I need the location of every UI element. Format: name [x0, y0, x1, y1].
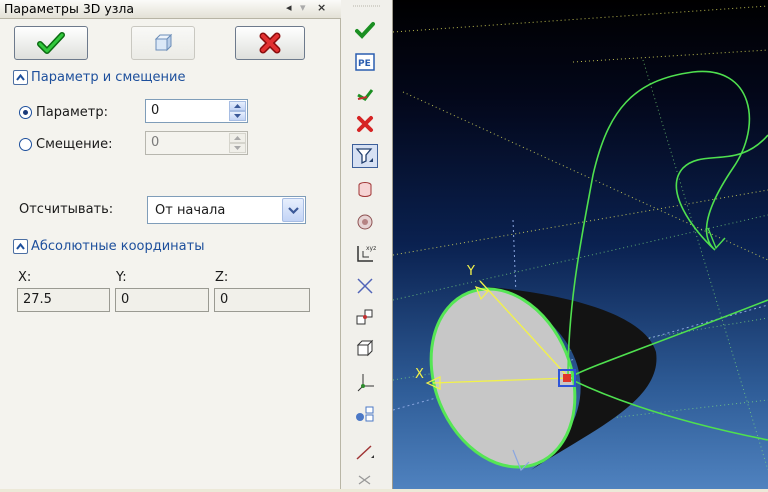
panel-pin-left-icon[interactable]: ◂ — [286, 1, 292, 14]
offset-value: 0 — [151, 135, 160, 150]
cube-icon — [356, 339, 374, 357]
sphere-icon — [357, 214, 373, 230]
tool-cube-link[interactable] — [352, 306, 378, 330]
param-stepper[interactable]: 0 — [145, 99, 248, 123]
section-parameter-offset-label: Параметр и смещение — [31, 69, 186, 85]
view-cube-icon — [154, 33, 173, 52]
count-from-label: Отсчитывать: — [19, 202, 114, 217]
offset-down-button[interactable] — [229, 143, 246, 153]
tool-small-axes[interactable] — [352, 468, 378, 492]
param-radio-button[interactable] — [19, 105, 32, 119]
coord-y-value: 0 — [121, 292, 130, 307]
offset-up-button[interactable] — [229, 133, 246, 143]
coord-z-label: Z: — [215, 270, 229, 285]
coord-z-value: 0 — [220, 292, 229, 307]
scene-graphics: Y X — [393, 5, 768, 472]
collapse-icon[interactable] — [13, 238, 28, 254]
cancel-button[interactable] — [235, 26, 305, 60]
panel-close-icon[interactable]: × — [317, 1, 326, 14]
tool-cylinder[interactable] — [352, 178, 378, 202]
axis-x-label: X — [415, 367, 424, 382]
section-absolute-coords[interactable]: Абсолютные координаты — [13, 237, 204, 255]
ok-button[interactable] — [14, 26, 88, 60]
radio-selected-dot — [23, 109, 28, 115]
panel-titlebar: Параметры 3D узла ◂ ▾ × — [0, 0, 341, 19]
cross-icon — [259, 32, 281, 54]
line-icon — [356, 445, 374, 460]
coord-x-value: 27.5 — [23, 292, 52, 307]
coord-z-field: 0 — [214, 288, 310, 312]
command-toolbar: PE xyz — [341, 0, 393, 489]
axis-y-label: Y — [466, 264, 475, 279]
count-from-select[interactable]: От начала — [147, 196, 306, 224]
3d-viewport[interactable]: Y X — [393, 0, 768, 489]
param-label: Параметр: — [36, 104, 108, 120]
checkmark-icon — [355, 22, 375, 39]
tool-cube[interactable] — [352, 336, 378, 360]
cross-lines-icon — [357, 278, 373, 294]
tool-green-arrow[interactable] — [352, 82, 378, 106]
checkmark-icon — [37, 32, 65, 54]
chevron-down-icon[interactable] — [282, 198, 304, 222]
grip-icon — [353, 5, 381, 7]
red-cross-icon — [357, 116, 373, 132]
param-radio[interactable]: Параметр: — [19, 101, 108, 123]
offset-stepper[interactable]: 0 — [145, 131, 248, 155]
param-up-button[interactable] — [229, 101, 246, 111]
offset-radio-button[interactable] — [19, 137, 32, 151]
properties-panel: Параметры 3D узла ◂ ▾ × Параметр и смеще… — [0, 0, 341, 489]
param-down-button[interactable] — [229, 111, 246, 121]
offset-radio[interactable]: Смещение: — [19, 133, 112, 155]
section-absolute-coords-label: Абсолютные координаты — [31, 238, 205, 254]
tool-cross-lines[interactable] — [352, 274, 378, 298]
tool-sphere[interactable] — [352, 210, 378, 234]
tool-apply[interactable] — [352, 18, 378, 42]
panel-title: Параметры 3D узла — [4, 1, 135, 16]
tool-cancel[interactable] — [352, 112, 378, 136]
tool-line[interactable] — [352, 440, 378, 464]
cube-link-icon — [356, 309, 373, 325]
view-button[interactable] — [131, 26, 195, 60]
coord-y-field: 0 — [115, 288, 209, 312]
node-link-icon — [356, 406, 374, 422]
offset-label: Смещение: — [36, 136, 113, 152]
panel-menu-icon[interactable]: ▾ — [300, 1, 306, 14]
green-arrow-icon — [357, 89, 374, 101]
cylinder-icon — [358, 182, 372, 197]
coord-x-field: 27.5 — [17, 288, 110, 312]
svg-text:xyz: xyz — [366, 245, 376, 252]
section-parameter-offset[interactable]: Параметр и смещение — [13, 68, 185, 86]
count-from-value: От начала — [155, 203, 226, 218]
pe-icon: PE — [355, 53, 375, 71]
small-axes-icon — [358, 475, 371, 485]
lcs-icon: xyz — [357, 245, 376, 262]
axes-icon — [357, 374, 374, 392]
tool-lcs[interactable]: xyz — [352, 242, 378, 266]
param-value: 0 — [151, 103, 160, 118]
tool-filter[interactable] — [352, 144, 378, 168]
coord-y-label: Y: — [116, 270, 127, 285]
tool-axes[interactable] — [352, 370, 378, 394]
collapse-icon[interactable] — [13, 69, 28, 85]
svg-text:PE: PE — [358, 59, 371, 69]
tool-node-link[interactable] — [352, 402, 378, 426]
tool-pe[interactable]: PE — [352, 50, 378, 74]
coord-x-label: X: — [18, 270, 32, 285]
filter-icon — [355, 148, 373, 165]
